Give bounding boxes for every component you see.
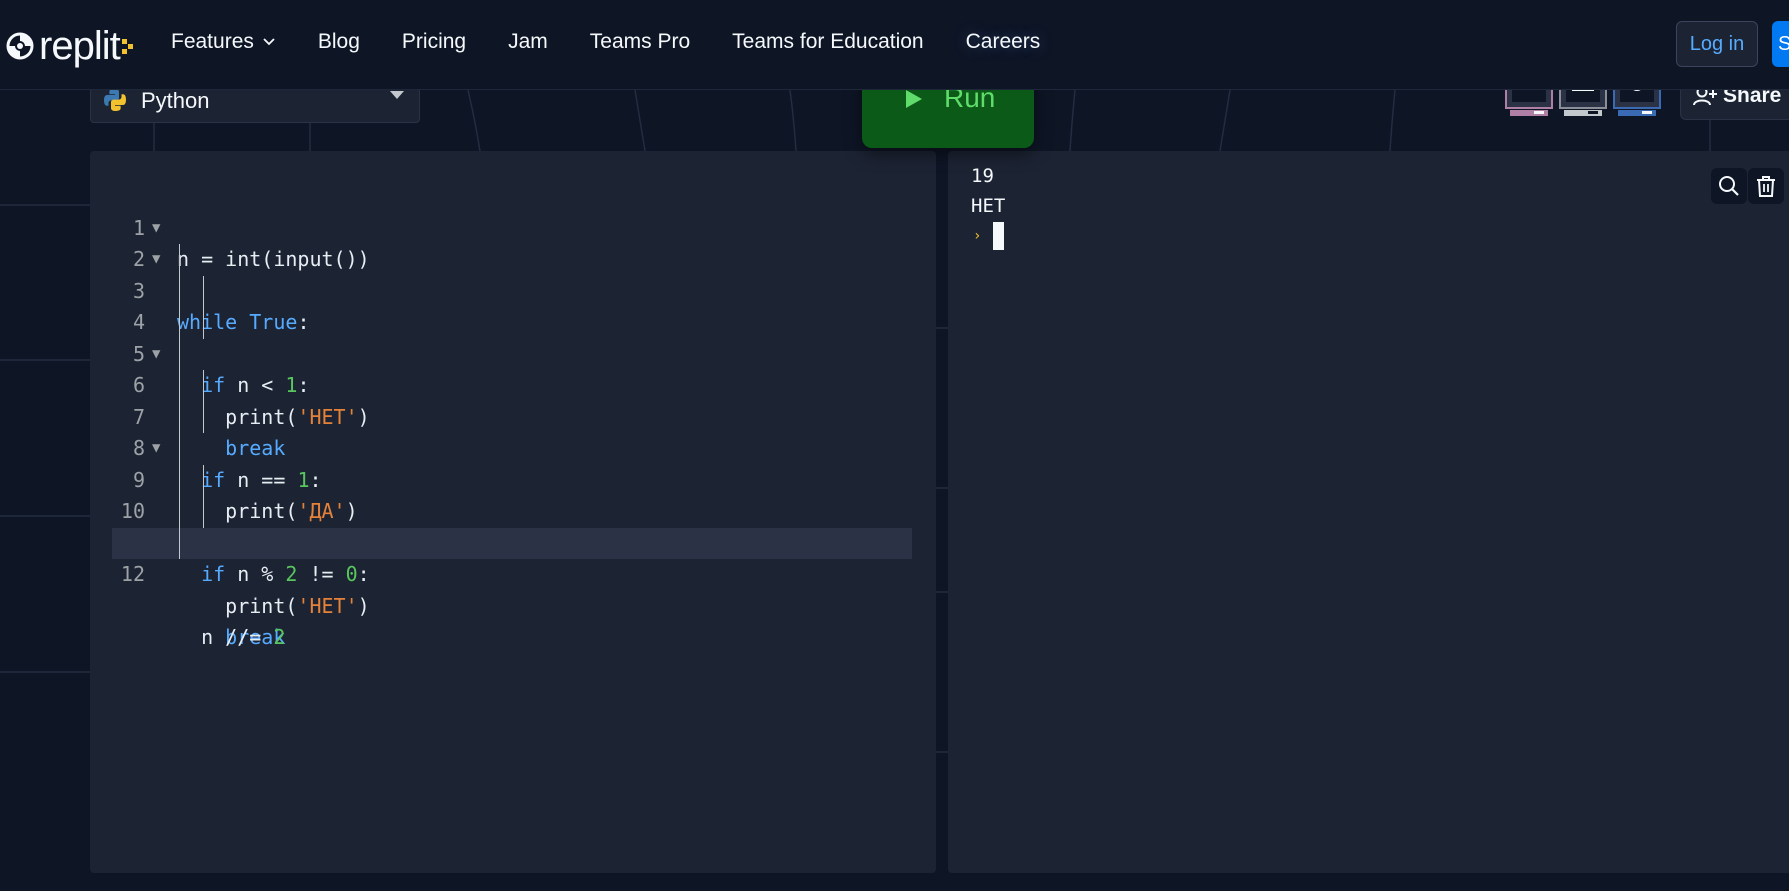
nav-pricing[interactable]: Pricing	[402, 30, 466, 54]
logo-text: replit	[39, 24, 121, 68]
fold-arrow-icon[interactable]: ▼	[152, 433, 166, 465]
replit-logo[interactable]: replit	[5, 26, 136, 66]
code-line: 8 break	[112, 401, 912, 555]
code-editor[interactable]: 1 n = int(input()) 2 ▼ while True: 3 ▼ i…	[90, 151, 936, 873]
indent-guide	[179, 275, 180, 307]
code-line: 3 ▼ if n < 1:	[112, 244, 912, 397]
chevron-down-icon	[263, 38, 275, 46]
nav-jam[interactable]: Jam	[508, 30, 548, 54]
indent-guide	[203, 496, 204, 528]
nav-features[interactable]: Features	[171, 30, 276, 54]
code-text: if n % 2 != 0:	[201, 562, 370, 586]
signup-button[interactable]: S	[1772, 21, 1789, 67]
play-icon	[906, 90, 922, 108]
logo-dots-icon	[121, 39, 133, 54]
console-tools	[1711, 168, 1785, 204]
console-clear-button[interactable]	[1748, 168, 1784, 204]
login-button[interactable]: Log in	[1676, 21, 1758, 67]
indent-guide	[179, 401, 180, 433]
indent-guide	[179, 433, 180, 465]
caret-down-icon	[390, 91, 404, 99]
indent-guide	[179, 307, 180, 339]
indent-guide	[179, 496, 180, 528]
code-line: 1 n = int(input())	[112, 181, 912, 272]
fold-arrow-icon[interactable]: ▼	[152, 213, 166, 245]
code-area[interactable]: 1 n = int(input()) 2 ▼ while True: 3 ▼ i…	[112, 181, 912, 649]
prompt-arrow-icon: ›	[973, 228, 982, 244]
fold-arrow-icon[interactable]: ▼	[152, 244, 166, 276]
console-output: 19 НЕТ ›	[971, 161, 1005, 251]
code-line: 4 print('НЕТ')	[112, 275, 912, 429]
indent-guide	[203, 370, 204, 402]
nav-careers[interactable]: Careers	[966, 30, 1041, 54]
nav-teams-pro[interactable]: Teams Pro	[590, 30, 690, 54]
indent-guide	[203, 275, 204, 307]
python-icon	[104, 89, 126, 111]
console-panel[interactable]: 19 НЕТ ›	[948, 151, 1789, 873]
top-nav: replit Features Blog Pricing Jam Teams P…	[0, 0, 1789, 90]
indent-guide	[179, 464, 180, 496]
indent-guide	[179, 244, 180, 276]
code-line: 11 break	[112, 496, 912, 649]
code-text: print('НЕТ')	[177, 593, 370, 618]
search-icon	[1719, 176, 1739, 196]
text-cursor	[993, 222, 1005, 250]
code-line: 5 break	[112, 307, 912, 460]
nav-blog[interactable]: Blog	[318, 30, 360, 54]
indent-guide	[179, 338, 180, 370]
code-line: 9 ▼ if n % 2 != 0:	[112, 433, 912, 586]
line-number: 12	[120, 562, 145, 586]
code-line-active: 12 n //= 2	[112, 527, 912, 649]
console-prompt[interactable]: ›	[971, 221, 1005, 251]
indent-guide	[203, 464, 204, 496]
indent-guide	[203, 307, 204, 339]
code-line: 10 print('НЕТ')	[112, 464, 912, 618]
language-label: Python	[141, 88, 210, 113]
code-line: 2 ▼ while True:	[112, 213, 912, 335]
console-output-line: НЕТ	[971, 195, 1006, 217]
code-text: n //= 2	[177, 625, 286, 649]
replit-logo-icon	[6, 32, 34, 60]
console-output-line: 19	[971, 165, 994, 187]
indent-guide	[179, 370, 180, 402]
indent-guide	[179, 527, 180, 559]
fold-arrow-icon[interactable]: ▼	[152, 339, 166, 371]
nav-teams-for-education[interactable]: Teams for Education	[732, 30, 923, 54]
nav-features-label: Features	[171, 30, 254, 53]
console-search-button[interactable]	[1711, 168, 1747, 204]
indent-guide	[203, 401, 204, 433]
code-line: 7 print('ДА')	[112, 370, 912, 523]
code-line: 6 ▼ if n == 1:	[112, 338, 912, 492]
nav-links: Features Blog Pricing Jam Teams Pro Team…	[171, 30, 1082, 54]
trash-icon	[1757, 176, 1775, 197]
